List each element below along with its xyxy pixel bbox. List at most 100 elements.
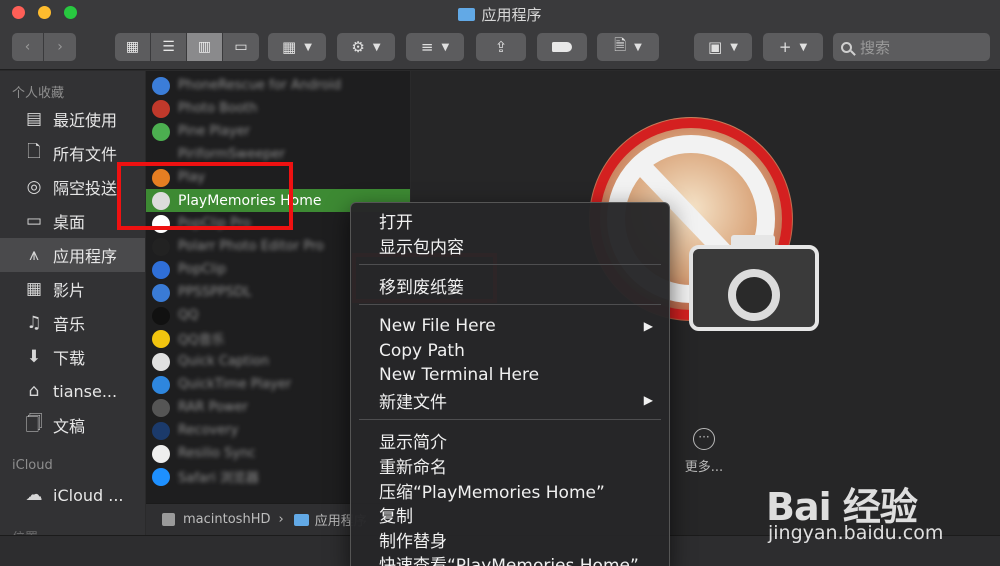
baidu-watermark: Bai 经验 jingyan.baidu.com — [766, 470, 996, 550]
menu-item-new-file[interactable]: 新建文件 ▶ — [351, 388, 669, 413]
file-name: Quick Caption — [178, 354, 270, 369]
menu-item-copy-path[interactable]: Copy Path — [351, 339, 669, 363]
file-row[interactable]: PhoneRescue for Android — [146, 74, 410, 97]
menu-item-new-terminal-here[interactable]: New Terminal Here — [351, 363, 669, 387]
app-icon — [152, 375, 170, 394]
music-icon: ♫ — [26, 313, 42, 333]
submenu-arrow-icon: ▶ — [643, 393, 653, 407]
file-name: PhoneRescue for Android — [178, 78, 342, 93]
file-name: PiriformSweeper — [178, 147, 285, 162]
menu-separator — [359, 304, 661, 305]
app-icon — [152, 76, 170, 95]
tags-button[interactable] — [537, 33, 587, 61]
clock-icon: ▤ — [25, 109, 43, 129]
icloud-header: iCloud — [12, 458, 53, 473]
sidebar-item-home[interactable]: ⌂ tianse... — [0, 374, 145, 408]
terminal-button[interactable]: ▣ ▼ — [694, 33, 752, 61]
action-button[interactable]: ⚙ ▼ — [337, 33, 395, 61]
highlight-selected-app — [117, 162, 293, 230]
document-icon: 🗍 — [25, 413, 43, 434]
chevron-down-icon: ▼ — [441, 41, 450, 53]
list-view-button[interactable]: ☰ — [151, 33, 187, 61]
app-icon — [152, 352, 170, 371]
folder-icon — [293, 513, 309, 526]
drive-icon — [162, 513, 175, 526]
share-button[interactable]: ⇪ — [476, 33, 526, 61]
new-file-button[interactable]: 🗎 ▼ — [597, 33, 659, 61]
search-icon — [841, 41, 852, 53]
chevron-down-icon: ▼ — [372, 41, 381, 53]
app-icon — [152, 444, 170, 463]
sidebar-item-movies[interactable]: ▦ 影片 — [0, 272, 145, 306]
app-icon — [152, 467, 170, 486]
back-button[interactable]: ‹ — [12, 33, 44, 61]
file-name: QQ — [178, 308, 199, 323]
menu-item-compress[interactable]: 压缩“PlayMemories Home” — [351, 478, 669, 503]
file-name: Safari 浏览器 — [178, 471, 259, 486]
terminal-icon: ▣ — [708, 38, 723, 56]
ellipsis-icon: ··· — [693, 428, 715, 450]
file-name: QuickTime Player — [178, 377, 292, 392]
path-drive[interactable]: macintoshHD — [183, 512, 270, 527]
more-button[interactable]: ··· 更多... — [684, 428, 724, 475]
sidebar-item-applications[interactable]: ⩚ 应用程序 — [0, 238, 145, 272]
search-field[interactable]: 搜索 — [833, 33, 990, 61]
app-icon — [152, 329, 170, 348]
menu-item-move-to-trash[interactable]: 移到废纸篓 — [351, 273, 669, 298]
nav-buttons: ‹ › — [12, 33, 76, 61]
menu-item-open[interactable]: 打开 — [351, 208, 669, 233]
new-file-icon: 🗎 — [614, 35, 627, 54]
file-name: Polarr Photo Editor Pro — [178, 239, 324, 254]
view-switcher: ▦ ☰ ▥ ▭ — [115, 33, 259, 61]
arrange-button[interactable]: ≡ ▼ — [406, 33, 464, 61]
sidebar-item-downloads[interactable]: ⬇ 下载 — [0, 340, 145, 374]
menu-item-new-file-here[interactable]: New File Here ▶ — [351, 314, 669, 338]
file-name: Recovery — [178, 423, 239, 438]
icon-view-button[interactable]: ▦ — [115, 33, 151, 61]
favorites-header: 个人收藏 — [12, 86, 65, 101]
home-icon: ⌂ — [28, 381, 40, 401]
add-button[interactable]: + ▼ — [763, 33, 823, 61]
tag-icon — [552, 42, 572, 52]
menu-item-show-package-contents[interactable]: 显示包内容 — [351, 233, 669, 258]
share-icon: ⇪ — [494, 38, 508, 56]
sidebar-item-icloud-drive[interactable]: ☁ iCloud ... — [0, 478, 145, 512]
plus-icon: + — [778, 38, 792, 56]
gallery-view-button[interactable]: ▭ — [223, 33, 259, 61]
sidebar-item-recents[interactable]: ▤ 最近使用 — [0, 102, 145, 136]
app-icon — [152, 145, 170, 164]
file-name: RAR Power — [178, 400, 248, 415]
download-icon: ⬇ — [26, 347, 42, 367]
sidebar-item-music[interactable]: ♫ 音乐 — [0, 306, 145, 340]
submenu-arrow-icon: ▶ — [643, 319, 653, 333]
column-view-button[interactable]: ▥ — [187, 33, 223, 61]
menu-item-quick-look[interactable]: 快速查看“PlayMemories Home” — [351, 551, 669, 566]
menu-item-get-info[interactable]: 显示简介 — [351, 428, 669, 453]
app-icon — [152, 398, 170, 417]
chevron-down-icon: ▼ — [730, 41, 738, 53]
file-name: QQ音乐 — [178, 333, 225, 348]
menu-item-rename[interactable]: 重新命名 — [351, 453, 669, 478]
cloud-icon: ☁ — [25, 485, 43, 505]
app-icon — [152, 237, 170, 256]
chevron-down-icon: ▼ — [634, 41, 642, 53]
desktop-icon: ▭ — [25, 211, 43, 231]
app-icon — [152, 99, 170, 118]
menu-separator — [359, 264, 661, 265]
file-name: PPSSPPSDL — [178, 285, 252, 300]
menu-item-make-alias[interactable]: 制作替身 — [351, 527, 669, 552]
app-icon — [152, 421, 170, 440]
forward-button[interactable]: › — [44, 33, 76, 61]
file-row[interactable]: Photo Booth — [146, 97, 410, 120]
file-name: Pine Player — [178, 124, 250, 139]
gear-icon: ⚙ — [351, 38, 365, 56]
app-icon — [152, 283, 170, 302]
toolbar: 应用程序 ‹ › ▦ ☰ ▥ ▭ ▦ ▼ ⚙ ▼ ≡ ▼ ⇪ 🗎 ▼ ▣ ▼ + ▼ 搜索 — [0, 0, 1000, 70]
path-separator: › — [278, 512, 284, 527]
file-name: Photo Booth — [178, 101, 258, 116]
app-icon — [152, 260, 170, 279]
sidebar-item-documents[interactable]: 🗍 文稿 — [0, 408, 145, 442]
menu-item-duplicate[interactable]: 复制 — [351, 502, 669, 527]
group-button[interactable]: ▦ ▼ — [268, 33, 326, 61]
file-row[interactable]: Pine Player — [146, 120, 410, 143]
